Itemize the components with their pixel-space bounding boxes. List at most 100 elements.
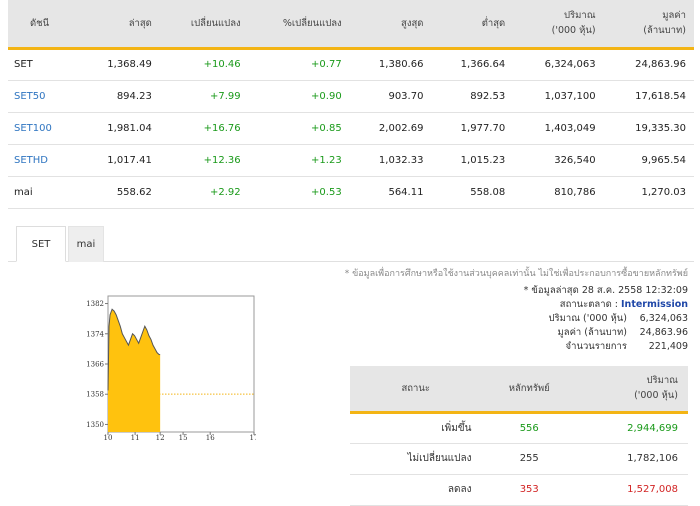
high-cell: 1,032.33	[349, 144, 432, 177]
last-cell: 558.62	[78, 176, 160, 209]
table-row: SET50 894.23 +7.99 +0.90 903.70 892.53 1,037,1…	[8, 80, 694, 113]
table-row: SETHD 1,017.41 +12.36 +1.23 1,032.33 1,015.23…	[8, 144, 694, 177]
breadth-count-cell: 353	[481, 474, 577, 506]
breadth-volume-cell: 1,782,106	[577, 443, 688, 475]
last-cell: 1,981.04	[78, 112, 160, 145]
table-row: SET 1,368.49 +10.46 +0.77 1,380.66 1,366.64 6,…	[8, 48, 694, 81]
deals-row: จำนวนรายการ 221,409	[358, 340, 688, 354]
high-cell: 2,002.69	[349, 112, 432, 145]
breadth-volume-cell: 2,944,699	[577, 412, 688, 444]
market-summary: * ข้อมูลล่าสุด 28 ส.ค. 2558 12:32:09 สถา…	[358, 284, 688, 354]
pct-change-cell: +0.90	[248, 80, 350, 113]
index-name-cell: SETHD	[8, 144, 79, 177]
index-name-cell: SET	[8, 48, 79, 81]
change-cell: +12.36	[159, 144, 249, 177]
volume-cell: 1,403,049	[513, 112, 604, 145]
deals-value: 221,409	[648, 341, 688, 352]
index-table: ดัชนี ล่าสุด เปลี่ยนแปลง %เปลี่ยนแปลง สูงสุด…	[8, 0, 694, 209]
high-cell: 903.70	[349, 80, 432, 113]
low-cell: 558.08	[431, 176, 514, 209]
last-updated-value: 28 ส.ค. 2558 12:32:09	[581, 285, 688, 296]
breadth-col-volume: ปริมาณ ('000 หุ้น)	[577, 366, 688, 414]
value-cell: 17,618.54	[603, 80, 694, 113]
index-link[interactable]: SET100	[14, 123, 52, 134]
value-cell: 1,270.03	[603, 176, 694, 209]
index-name: SET	[14, 59, 33, 70]
pct-change-cell: +0.85	[248, 112, 350, 145]
disclaimer-note: * ข้อมูลเพื่อการศึกษาหรือใช้งานส่วนบุคคล…	[344, 269, 688, 279]
breadth-count-cell: 556	[481, 412, 577, 444]
change-cell: +2.92	[159, 176, 249, 209]
low-cell: 892.53	[431, 80, 514, 113]
x-tick-label: 16	[206, 434, 215, 442]
table-row: ไม่เปลี่ยนแปลง 255 1,782,106	[350, 443, 688, 475]
change-cell: +7.99	[159, 80, 249, 113]
y-tick-label: 1366	[86, 361, 104, 369]
x-tick-label: 12	[156, 434, 165, 442]
value-cell: 9,965.54	[603, 144, 694, 177]
index-table-header: ดัชนี ล่าสุด เปลี่ยนแปลง %เปลี่ยนแปลง สูงสุด…	[8, 0, 694, 50]
last-cell: 1,017.41	[78, 144, 160, 177]
last-updated-row: * ข้อมูลล่าสุด 28 ส.ค. 2558 12:32:09	[358, 284, 688, 298]
low-cell: 1,015.23	[431, 144, 514, 177]
market-status-row: สถานะตลาด : Intermission	[358, 298, 688, 312]
total-value-row: มูลค่า (ล้านบาท) 24,863.96	[358, 326, 688, 340]
volume-cell: 1,037,100	[513, 80, 604, 113]
index-link[interactable]: SET50	[14, 91, 46, 102]
market-tabs: SET mai	[8, 226, 694, 262]
last-cell: 1,368.49	[78, 48, 160, 81]
col-header-high: สูงสุด	[349, 0, 432, 50]
tab-set[interactable]: SET	[16, 226, 66, 262]
market-status-value: Intermission	[621, 299, 688, 310]
breadth-volume-cell: 1,527,008	[577, 474, 688, 506]
value-cell: 24,863.96	[603, 48, 694, 81]
total-value-value: 24,863.96	[639, 327, 688, 338]
col-header-last: ล่าสุด	[78, 0, 160, 50]
breadth-count-cell: 255	[481, 443, 577, 475]
volume-cell: 6,324,063	[513, 48, 604, 81]
high-cell: 564.11	[349, 176, 432, 209]
breadth-col-status: สถานะ	[350, 366, 482, 414]
value-cell: 19,335.30	[603, 112, 694, 145]
breadth-col-securities: หลักทรัพย์	[481, 366, 577, 414]
market-breadth-table: สถานะ หลักทรัพย์ ปริมาณ ('000 หุ้น) เพิ่มขึ…	[350, 366, 688, 506]
breadth-header: สถานะ หลักทรัพย์ ปริมาณ ('000 หุ้น)	[350, 366, 688, 414]
low-cell: 1,366.64	[431, 48, 514, 81]
total-volume-value: 6,324,063	[639, 313, 688, 324]
col-header-value: มูลค่า (ล้านบาท)	[603, 0, 694, 50]
col-header-volume: ปริมาณ ('000 หุ้น)	[513, 0, 604, 50]
col-header-change: เปลี่ยนแปลง	[159, 0, 249, 50]
y-tick-label: 1374	[86, 330, 104, 338]
volume-cell: 810,786	[513, 176, 604, 209]
index-table-body: SET 1,368.49 +10.46 +0.77 1,380.66 1,366.64 6,…	[8, 48, 694, 209]
last-cell: 894.23	[78, 80, 160, 113]
volume-cell: 326,540	[513, 144, 604, 177]
total-volume-row: ปริมาณ ('000 หุ้น) 6,324,063	[358, 312, 688, 326]
index-name-cell: SET100	[8, 112, 79, 145]
index-link[interactable]: SETHD	[14, 155, 48, 166]
low-cell: 1,977.70	[431, 112, 514, 145]
table-row: ลดลง 353 1,527,008	[350, 474, 688, 506]
y-tick-label: 1358	[86, 391, 104, 399]
breadth-status-cell: ไม่เปลี่ยนแปลง	[350, 443, 482, 475]
intraday-index-chart: 10 11 12 15 16 17 1350 1358 1366 1374 1382	[86, 295, 256, 442]
total-volume-label: ปริมาณ ('000 หุ้น)	[548, 313, 627, 324]
total-value-label: มูลค่า (ล้านบาท)	[557, 327, 627, 338]
breadth-body: เพิ่มขึ้น 556 2,944,699 ไม่เปลี่ยนแปลง 255 1,…	[350, 412, 688, 506]
x-tick-label: 10	[104, 434, 113, 442]
high-cell: 1,380.66	[349, 48, 432, 81]
col-header-index: ดัชนี	[8, 0, 79, 50]
pct-change-cell: +0.53	[248, 176, 350, 209]
tab-mai[interactable]: mai	[68, 226, 104, 262]
index-name-cell: mai	[8, 176, 79, 209]
y-tick-label: 1350	[86, 421, 104, 429]
pct-change-cell: +1.23	[248, 144, 350, 177]
change-cell: +16.76	[159, 112, 249, 145]
breadth-status-cell: เพิ่มขึ้น	[350, 412, 482, 444]
x-tick-label: 17	[250, 434, 256, 442]
table-row: เพิ่มขึ้น 556 2,944,699	[350, 412, 688, 444]
change-cell: +10.46	[159, 48, 249, 81]
y-tick-label: 1382	[86, 300, 104, 308]
market-status-label: สถานะตลาด :	[559, 299, 618, 310]
x-tick-label: 11	[131, 434, 140, 442]
